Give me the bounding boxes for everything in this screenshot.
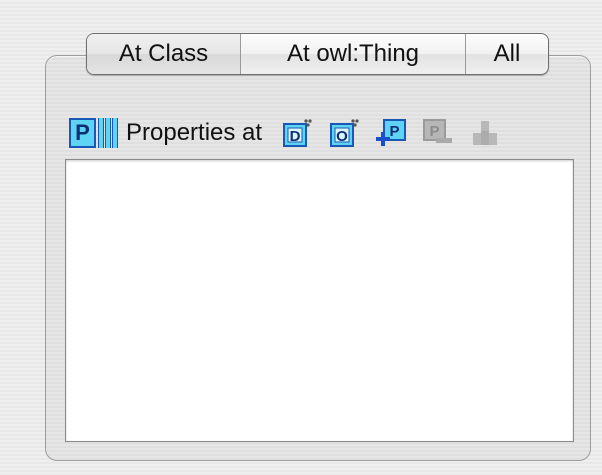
- create-object-property-button[interactable]: O: [327, 116, 361, 150]
- property-icon-letter: P: [69, 118, 96, 148]
- svg-text:D: D: [290, 128, 301, 145]
- add-property-icon: P: [376, 119, 407, 146]
- properties-at-label: Properties at: [126, 119, 263, 146]
- object-property-icon: O: [330, 119, 359, 147]
- properties-list[interactable]: [65, 159, 574, 442]
- remove-property-icon: P: [423, 119, 453, 143]
- svg-text:P: P: [430, 123, 440, 140]
- add-property-button[interactable]: P: [374, 116, 408, 150]
- svg-text:P: P: [390, 123, 400, 140]
- create-datatype-property-button[interactable]: D: [280, 116, 314, 150]
- scope-tabs: At Class At owl:Thing All: [86, 33, 549, 75]
- tab-all[interactable]: All: [466, 34, 548, 74]
- properties-header: P Properties at D O P P: [67, 116, 567, 150]
- property-hierarchy-button[interactable]: [468, 116, 502, 150]
- tab-at-class[interactable]: At Class: [87, 34, 241, 74]
- svg-text:O: O: [336, 128, 348, 145]
- remove-property-button[interactable]: P: [421, 116, 455, 150]
- datatype-property-icon: D: [283, 119, 312, 147]
- property-hierarchy-icon: [473, 121, 498, 145]
- tab-at-owl-thing[interactable]: At owl:Thing: [241, 34, 466, 74]
- property-icon: P: [69, 118, 119, 148]
